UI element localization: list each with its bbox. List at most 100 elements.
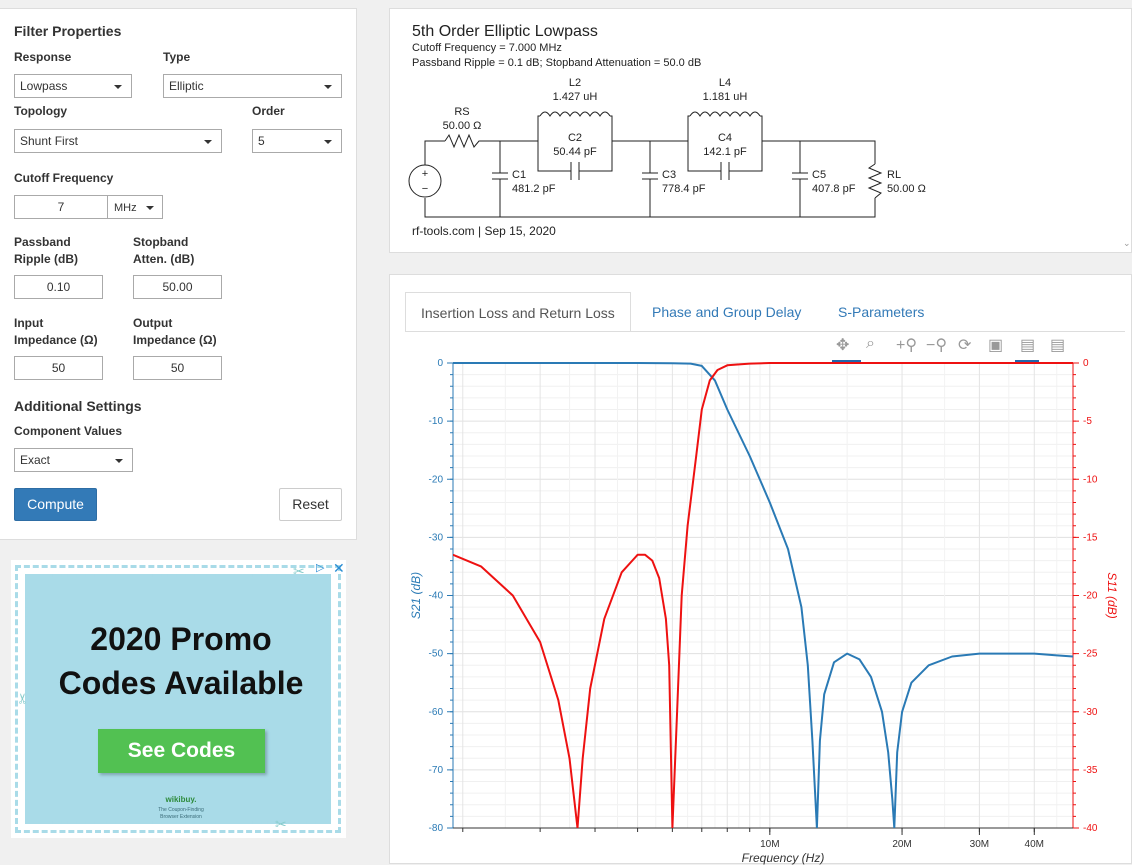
l4-name: L4 xyxy=(719,77,731,89)
scroll-down-icon[interactable]: ⌄ xyxy=(1123,238,1131,249)
plot-panel: Insertion Loss and Return Loss Phase and… xyxy=(389,274,1132,865)
source-wire xyxy=(424,140,445,165)
order-label: Order xyxy=(252,104,285,118)
scissors-icon: ✂ xyxy=(275,816,287,832)
rs-resistor xyxy=(444,133,538,149)
topology-value: Shunt First xyxy=(20,134,79,148)
left-axis-tick-label: -50 xyxy=(429,649,444,660)
right-axis-tick-label: -5 xyxy=(1083,416,1092,427)
topology-label: Topology xyxy=(14,104,68,118)
reset-button[interactable]: Reset xyxy=(279,488,342,521)
right-axis-tick-label: -25 xyxy=(1083,649,1098,660)
c5-value: 407.8 pF xyxy=(812,183,856,195)
c5-name: C5 xyxy=(812,169,826,181)
output-impedance-label-1: Output xyxy=(133,316,173,330)
input-impedance-label-2: Impedance (Ω) xyxy=(14,333,98,347)
y2-axis-label: S11 (dB) xyxy=(1105,572,1119,618)
l2-name: L2 xyxy=(569,77,581,89)
type-select[interactable]: Elliptic xyxy=(163,74,342,98)
advertisement[interactable]: ▷ ✕ 2020 Promo Codes Available See Codes… xyxy=(11,560,346,838)
response-label: Response xyxy=(14,50,72,64)
c1-capacitor xyxy=(492,141,508,217)
c4-name: C4 xyxy=(718,132,732,144)
ad-subtitle-line-1: The Coupon-Finding xyxy=(158,807,204,813)
left-axis-tick-label: 0 xyxy=(437,358,443,369)
l4-value: 1.181 uH xyxy=(703,91,748,103)
cutoff-label: Cutoff Frequency xyxy=(14,171,114,185)
bottom-axis-tick-label: 30M xyxy=(970,839,989,850)
source-minus: − xyxy=(422,183,428,195)
chevron-down-icon xyxy=(114,85,122,89)
schematic-footer: rf-tools.com | Sep 15, 2020 xyxy=(412,224,556,238)
order-value: 5 xyxy=(258,134,265,148)
scissors-icon: ✂ xyxy=(293,563,305,579)
component-values-value: Exact xyxy=(20,453,51,467)
left-axis-tick-label: -20 xyxy=(429,474,444,485)
see-codes-button[interactable]: See Codes xyxy=(98,729,265,773)
ripple-label-2: Ripple (dB) xyxy=(14,252,78,266)
right-axis-tick-label: -15 xyxy=(1083,532,1098,543)
left-axis-tick-label: -30 xyxy=(429,532,444,543)
y-axis-label: S21 (dB) xyxy=(409,572,423,619)
scissors-icon: ✂ xyxy=(14,692,31,705)
c3-name: C3 xyxy=(662,169,676,181)
c1-name: C1 xyxy=(512,169,526,181)
x-axis-label: Frequency (Hz) xyxy=(742,851,825,865)
cutoff-unit-select[interactable]: MHz xyxy=(107,195,163,219)
order-select[interactable]: 5 xyxy=(252,129,342,153)
schematic-diagram: + − RS 50.00 Ω L2 1.427 uH C2 50.44 pF L… xyxy=(408,77,926,218)
ad-title-line-2: Codes Available xyxy=(58,665,304,701)
input-impedance-input[interactable]: 50 xyxy=(14,356,103,380)
cutoff-unit-value: MHz xyxy=(114,202,137,214)
ad-choices-icon[interactable]: ▷ xyxy=(316,561,324,574)
component-values-select[interactable]: Exact xyxy=(14,448,133,472)
close-icon[interactable]: ✕ xyxy=(333,560,345,577)
right-axis-tick-label: -40 xyxy=(1083,823,1098,834)
component-values-label: Component Values xyxy=(14,424,123,438)
right-axis-tick-label: -10 xyxy=(1083,474,1098,485)
insertion-return-loss-chart[interactable]: 0 -10 -20 -30 -40 -50 -60 -70 -80 0 -5 -10 -15 -20 -25… xyxy=(390,275,1132,865)
ad-title: 2020 Promo Codes Available xyxy=(28,617,334,705)
bottom-axis-tick-label: 10M xyxy=(760,839,779,850)
ripple-label-1: Passband xyxy=(14,235,71,249)
c2-value: 50.44 pF xyxy=(553,146,597,158)
stopband-label-1: Stopband xyxy=(133,235,189,249)
type-label: Type xyxy=(163,50,191,64)
chevron-down-icon xyxy=(146,206,154,210)
chevron-down-icon xyxy=(204,140,212,144)
c4-value: 142.1 pF xyxy=(703,146,747,158)
chevron-down-icon xyxy=(115,459,123,463)
response-select[interactable]: Lowpass xyxy=(14,74,132,98)
node3-wire xyxy=(762,140,876,164)
left-axis-tick-label: -70 xyxy=(429,765,444,776)
ripple-input[interactable]: 0.10 xyxy=(14,275,103,299)
c3-value: 778.4 pF xyxy=(662,183,706,195)
output-impedance-input[interactable]: 50 xyxy=(133,356,222,380)
stopband-input[interactable]: 50.00 xyxy=(133,275,222,299)
c5-capacitor xyxy=(792,141,808,217)
bottom-axis-tick-label: 20M xyxy=(892,839,911,850)
right-axis-tick-label: -35 xyxy=(1083,765,1098,776)
output-impedance-label-2: Impedance (Ω) xyxy=(133,333,217,347)
compute-button[interactable]: Compute xyxy=(14,488,97,521)
l2-inductor xyxy=(539,111,611,117)
c3-capacitor xyxy=(642,141,658,217)
ad-title-line-1: 2020 Promo xyxy=(90,621,272,657)
additional-settings-title: Additional Settings xyxy=(14,398,142,414)
schematic-panel: 5th Order Elliptic Lowpass Cutoff Freque… xyxy=(389,8,1132,253)
l4-inductor xyxy=(689,111,761,117)
topology-select[interactable]: Shunt First xyxy=(14,129,222,153)
rs-name: RS xyxy=(454,106,469,118)
left-axis-tick-label: -10 xyxy=(429,416,444,427)
c2-name: C2 xyxy=(568,132,582,144)
input-impedance-label-1: Input xyxy=(14,316,44,330)
left-axis-tick-label: -80 xyxy=(429,823,444,834)
chevron-down-icon xyxy=(324,85,332,89)
rl-name: RL xyxy=(887,169,901,181)
rl-resistor xyxy=(867,163,883,199)
rl-value: 50.00 Ω xyxy=(887,183,926,195)
right-axis-tick-label: -30 xyxy=(1083,707,1098,718)
response-value: Lowpass xyxy=(20,79,68,93)
cutoff-input[interactable]: 7 xyxy=(14,195,108,219)
ad-coupon[interactable]: 2020 Promo Codes Available See Codes wik… xyxy=(25,574,331,824)
